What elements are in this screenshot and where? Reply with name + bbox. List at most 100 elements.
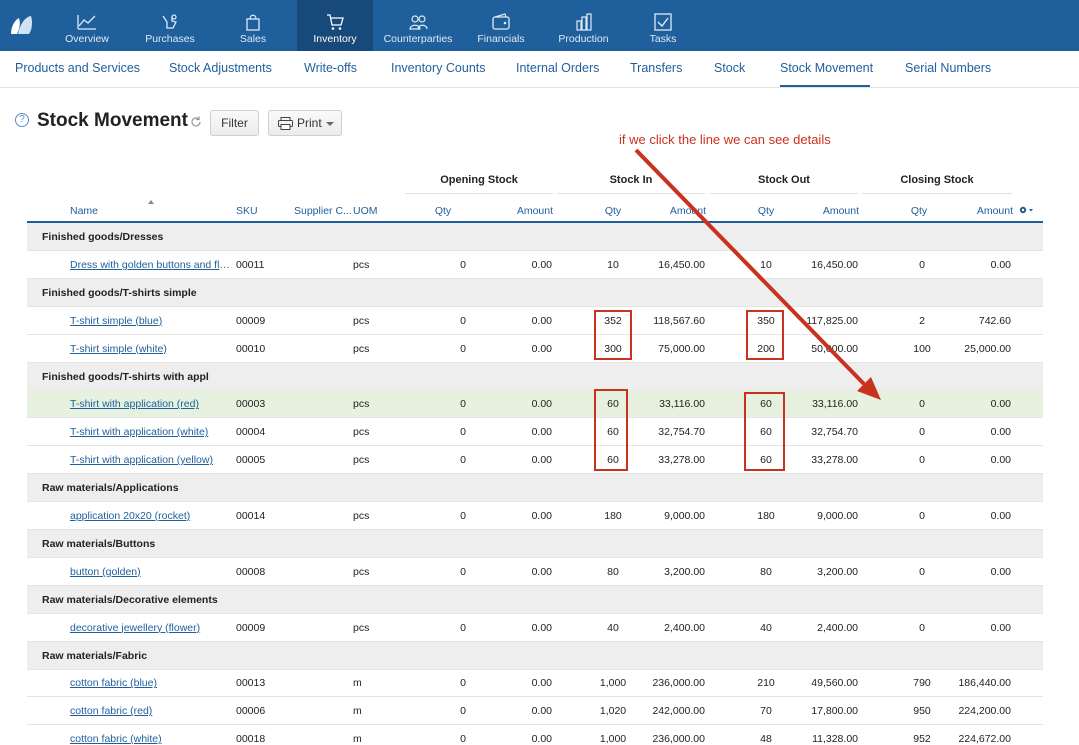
top-nav-bar: Overview Purchases Sales Inventory Count… <box>0 0 1079 51</box>
table-row[interactable]: T-shirt with application (yellow) 00005 pc… <box>27 446 1043 475</box>
cell-sku: 00018 <box>236 733 266 745</box>
wallet-icon <box>492 13 510 30</box>
print-button[interactable]: Print <box>268 110 342 136</box>
cell-name[interactable]: Dress with golden buttons and flo... <box>70 251 230 279</box>
cell-uom: pcs <box>353 314 370 327</box>
table-row[interactable]: T-shirt simple (white) 00010 pcs 0 0.00 300 75… <box>27 335 1043 363</box>
subnav-serial-numbers[interactable]: Serial Numbers <box>905 61 991 75</box>
table-row[interactable]: Dress with golden buttons and flo... 0001… <box>27 251 1043 279</box>
cell-uom: pcs <box>353 565 370 578</box>
subnav-inventory-counts[interactable]: Inventory Counts <box>391 61 486 75</box>
cell-close-qty: 950 <box>913 705 931 718</box>
sort-asc-icon <box>148 200 154 204</box>
cell-sku: 00006 <box>236 705 266 718</box>
cell-name[interactable]: button (golden) <box>70 558 230 586</box>
cell-open-qty: 0 <box>460 454 466 467</box>
col-header-close-qty[interactable]: Qty <box>896 205 942 217</box>
subnav-stock[interactable]: Stock <box>714 61 745 75</box>
table-row[interactable]: T-shirt simple (blue) 00009 pcs 0 0.00 352 118… <box>27 307 1043 335</box>
col-header-close-amount[interactable]: Amount <box>953 205 1013 217</box>
nav-tasks[interactable]: Tasks <box>637 0 689 51</box>
cell-name[interactable]: cotton fabric (blue) <box>70 669 230 697</box>
cell-out-qty: 10 <box>760 258 772 271</box>
cell-close-qty: 0 <box>919 454 925 467</box>
nav-purchases[interactable]: Purchases <box>138 0 202 51</box>
table-row[interactable]: decorative jewellery (flower) 00009 pcs 0 0.… <box>27 614 1043 642</box>
nav-label: Financials <box>477 33 525 45</box>
cell-open-qty: 0 <box>460 677 466 690</box>
table-row[interactable]: T-shirt with application (white) 00004 pcs… <box>27 418 1043 447</box>
cell-in-amount: 236,000.00 <box>652 733 705 745</box>
cell-in-qty: 1,000 <box>599 677 627 690</box>
col-header-open-qty[interactable]: Qty <box>420 205 466 217</box>
cell-open-amount: 0.00 <box>531 258 552 271</box>
cell-open-amount: 0.00 <box>531 705 552 718</box>
subnav-stock-movement[interactable]: Stock Movement <box>780 61 873 75</box>
group-label: Finished goods/Dresses <box>42 231 164 243</box>
col-header-in-qty[interactable]: Qty <box>590 205 636 217</box>
cell-uom: m <box>353 677 362 690</box>
gear-icon[interactable] <box>1018 205 1034 215</box>
cell-name[interactable]: T-shirt simple (white) <box>70 335 230 363</box>
group-label: Raw materials/Buttons <box>42 537 156 550</box>
cell-out-amount: 49,560.00 <box>811 677 858 690</box>
col-header-out-amount[interactable]: Amount <box>799 205 859 217</box>
cell-name[interactable]: T-shirt with application (white) <box>70 418 230 446</box>
cell-out-amount: 117,825.00 <box>806 314 858 327</box>
col-header-open-amount[interactable]: Amount <box>493 205 553 217</box>
cell-close-qty: 100 <box>913 342 931 355</box>
col-header-out-qty[interactable]: Qty <box>743 205 789 217</box>
col-header-name[interactable]: Name <box>70 205 98 217</box>
cell-in-qty: 1,020 <box>599 705 627 718</box>
cell-open-amount: 0.00 <box>531 565 552 578</box>
cell-sku: 00003 <box>236 398 266 411</box>
filter-button[interactable]: Filter <box>210 110 259 136</box>
nav-label: Purchases <box>145 33 195 45</box>
subnav-transfers[interactable]: Transfers <box>630 61 682 75</box>
cell-sku: 00004 <box>236 426 266 439</box>
app-logo-icon[interactable] <box>9 14 35 36</box>
refresh-icon[interactable] <box>190 116 202 128</box>
table-row[interactable]: T-shirt with application (red) 00003 pcs 0 0… <box>27 390 1043 419</box>
subnav-stock-adjustments[interactable]: Stock Adjustments <box>169 61 272 75</box>
subnav-write-offs[interactable]: Write-offs <box>304 61 357 75</box>
nav-counterparties[interactable]: Counterparties <box>380 0 456 51</box>
cell-uom: m <box>353 705 362 718</box>
cell-name[interactable]: application 20x20 (rocket) <box>70 502 230 530</box>
nav-financials[interactable]: Financials <box>473 0 529 51</box>
col-header-supplier-code[interactable]: Supplier C... <box>294 205 352 217</box>
help-icon[interactable]: ? <box>15 113 29 127</box>
cell-open-amount: 0.00 <box>531 426 552 439</box>
factory-icon <box>575 13 592 31</box>
cell-name[interactable]: T-shirt with application (red) <box>70 390 230 418</box>
nav-overview[interactable]: Overview <box>56 0 118 51</box>
table-row[interactable]: cotton fabric (white) 00018 m 0 0.00 1,000 236… <box>27 725 1043 745</box>
cell-out-qty: 80 <box>760 565 772 578</box>
cell-name[interactable]: T-shirt simple (blue) <box>70 307 230 335</box>
nav-sales[interactable]: Sales <box>225 0 281 51</box>
table-row[interactable]: cotton fabric (blue) 00013 m 0 0.00 1,000 236,… <box>27 669 1043 698</box>
printer-icon <box>278 117 293 130</box>
nav-inventory[interactable]: Inventory <box>297 0 373 51</box>
cell-name[interactable]: T-shirt with application (yellow) <box>70 446 230 474</box>
cell-uom: pcs <box>353 342 370 355</box>
table-row[interactable]: button (golden) 00008 pcs 0 0.00 80 3,200.00 80… <box>27 558 1043 586</box>
cell-open-amount: 0.00 <box>531 733 552 745</box>
nav-label: Tasks <box>649 33 677 45</box>
cell-close-qty: 2 <box>919 314 925 327</box>
cell-close-amount: 224,672.00 <box>958 733 1011 745</box>
col-header-uom[interactable]: UOM <box>353 205 378 217</box>
table-row[interactable]: application 20x20 (rocket) 00014 pcs 0 0.00 1… <box>27 502 1043 530</box>
cell-name[interactable]: cotton fabric (red) <box>70 697 230 725</box>
col-header-sku[interactable]: SKU <box>236 205 258 217</box>
table-row[interactable]: cotton fabric (red) 00006 m 0 0.00 1,020 242,0… <box>27 697 1043 726</box>
subnav-products-and-services[interactable]: Products and Services <box>15 61 140 75</box>
nav-production[interactable]: Production <box>553 0 614 51</box>
col-header-in-amount[interactable]: Amount <box>646 205 706 217</box>
cell-in-qty: 180 <box>604 510 622 522</box>
cell-open-qty: 0 <box>460 426 466 439</box>
cell-name[interactable]: cotton fabric (white) <box>70 725 230 745</box>
subnav-internal-orders[interactable]: Internal Orders <box>516 61 599 75</box>
cell-name[interactable]: decorative jewellery (flower) <box>70 614 230 642</box>
cell-open-qty: 0 <box>460 258 466 271</box>
